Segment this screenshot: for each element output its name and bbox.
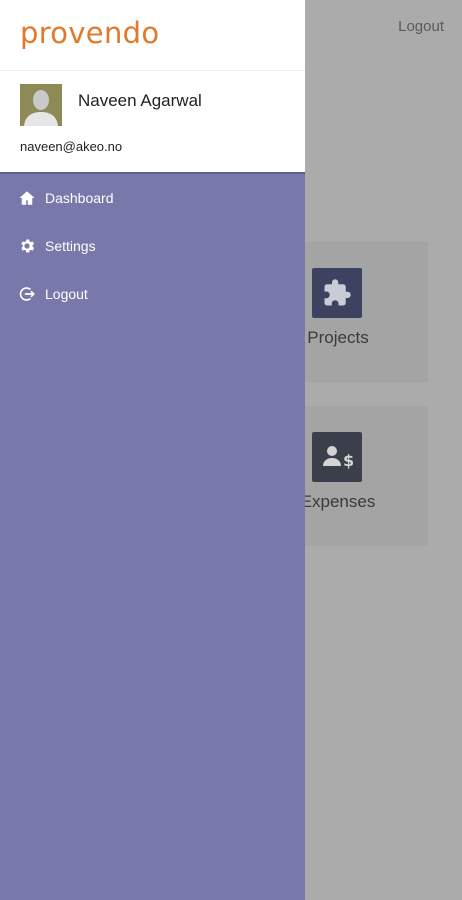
header-divider — [0, 70, 305, 71]
expenses-tile[interactable]: $ Expenses — [290, 406, 428, 546]
provendo-logo: provendo — [20, 16, 160, 50]
projects-tile[interactable]: Projects — [290, 242, 428, 382]
home-icon — [18, 189, 36, 207]
menu-item-logout[interactable]: Logout — [0, 270, 305, 318]
svg-text:$: $ — [343, 451, 353, 470]
menu-item-label: Logout — [45, 286, 88, 302]
menu-item-settings[interactable]: Settings — [0, 222, 305, 270]
user-email: naveen@akeo.no — [20, 139, 123, 154]
user-dollar-icon: $ — [312, 432, 362, 482]
avatar-placeholder-icon — [20, 84, 62, 126]
logout-icon — [18, 285, 36, 303]
menu-item-label: Dashboard — [45, 190, 114, 206]
drawer-header: provendo Naveen Agarwal naveen@akeo.no — [0, 0, 305, 174]
header-logout-link[interactable]: Logout — [398, 18, 444, 35]
menu-item-dashboard[interactable]: Dashboard — [0, 174, 305, 222]
navigation-drawer: provendo Naveen Agarwal naveen@akeo.no D… — [0, 0, 305, 900]
puzzle-icon — [312, 268, 362, 318]
drawer-menu: Dashboard Settings Logout — [0, 174, 305, 318]
gear-icon — [18, 237, 36, 255]
user-name: Naveen Agarwal — [78, 91, 202, 110]
menu-item-label: Settings — [45, 238, 96, 254]
